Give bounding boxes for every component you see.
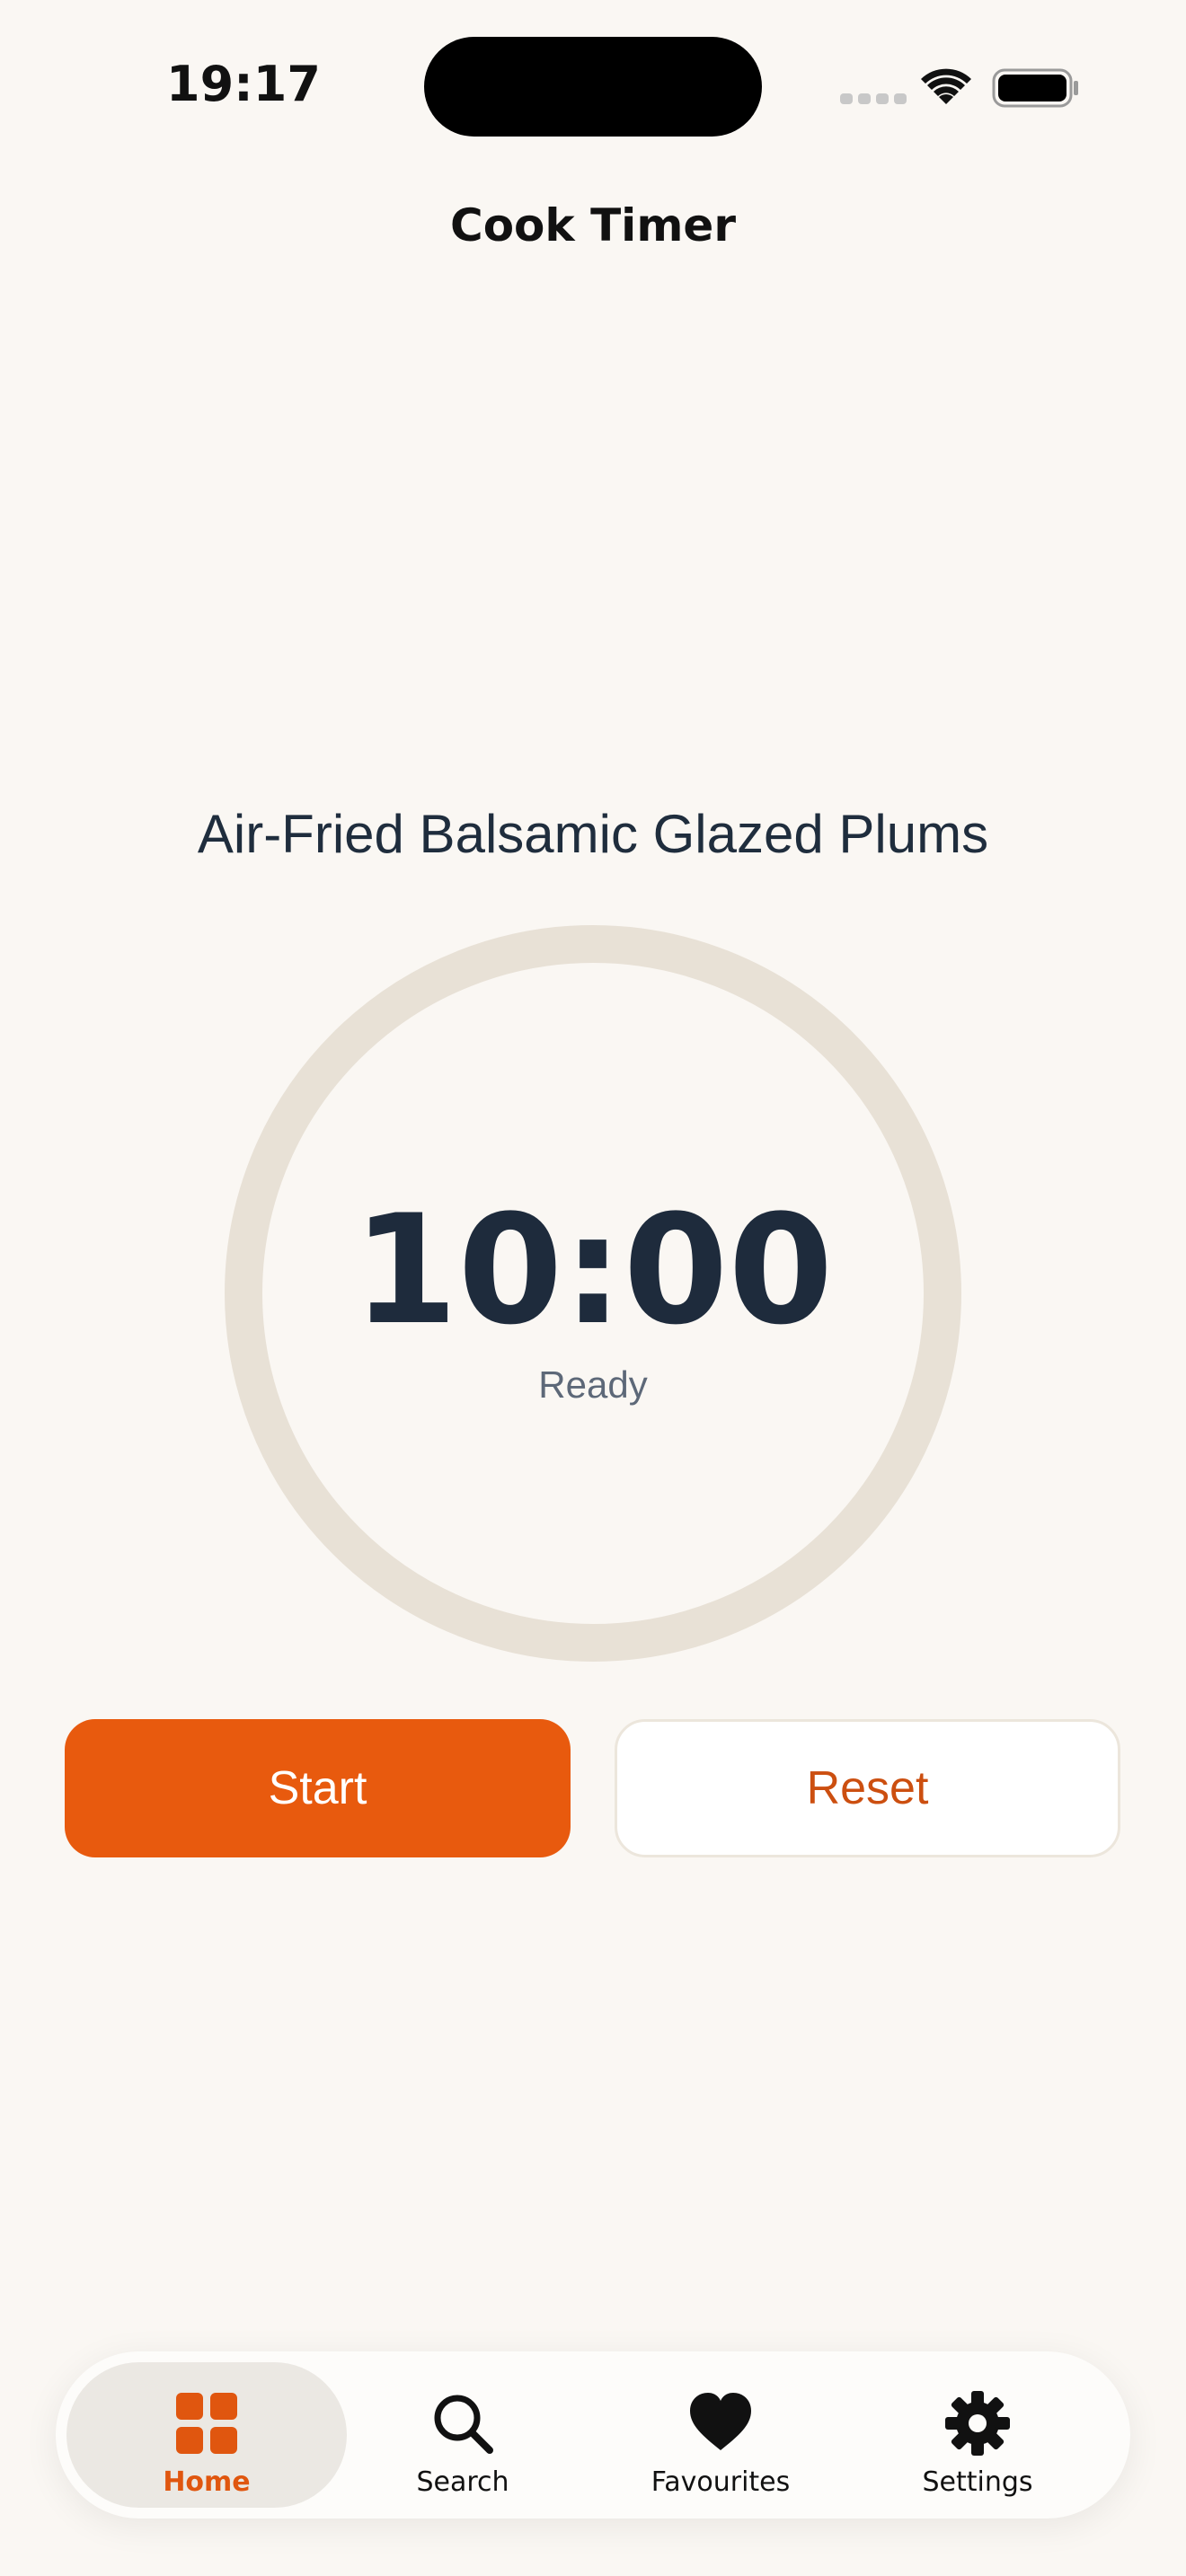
search-icon bbox=[434, 2395, 493, 2454]
tab-label-home: Home bbox=[163, 2466, 251, 2498]
page-title: Cook Timer bbox=[450, 199, 736, 251]
status-time: 19:17 bbox=[166, 56, 321, 112]
gear-icon bbox=[945, 2391, 1010, 2456]
timer-status: Ready bbox=[538, 1363, 648, 1406]
dynamic-island bbox=[424, 37, 762, 137]
recipe-title: Air-Fried Balsamic Glazed Plums bbox=[197, 804, 989, 864]
timer-value: 10:00 bbox=[352, 1182, 834, 1358]
tab-label-search: Search bbox=[416, 2466, 509, 2498]
wifi-icon bbox=[921, 68, 971, 104]
tab-favourites[interactable]: Favourites bbox=[580, 2362, 861, 2508]
status-icons bbox=[840, 68, 1078, 108]
heart-icon bbox=[690, 2393, 751, 2450]
status-bar: 19:17 bbox=[0, 0, 1186, 171]
tab-label-settings: Settings bbox=[922, 2466, 1033, 2498]
tab-label-favourites: Favourites bbox=[651, 2466, 791, 2498]
battery-icon bbox=[992, 68, 1078, 108]
start-button[interactable]: Start bbox=[65, 1719, 571, 1857]
grid-icon bbox=[176, 2393, 237, 2454]
tab-home[interactable]: Home bbox=[66, 2362, 347, 2508]
cellular-signal-icon bbox=[840, 93, 907, 104]
tab-settings[interactable]: Settings bbox=[837, 2362, 1118, 2508]
tab-search[interactable]: Search bbox=[323, 2362, 603, 2508]
reset-button[interactable]: Reset bbox=[615, 1719, 1120, 1857]
tab-bar: Home Search Favourites Settings bbox=[56, 2351, 1130, 2519]
